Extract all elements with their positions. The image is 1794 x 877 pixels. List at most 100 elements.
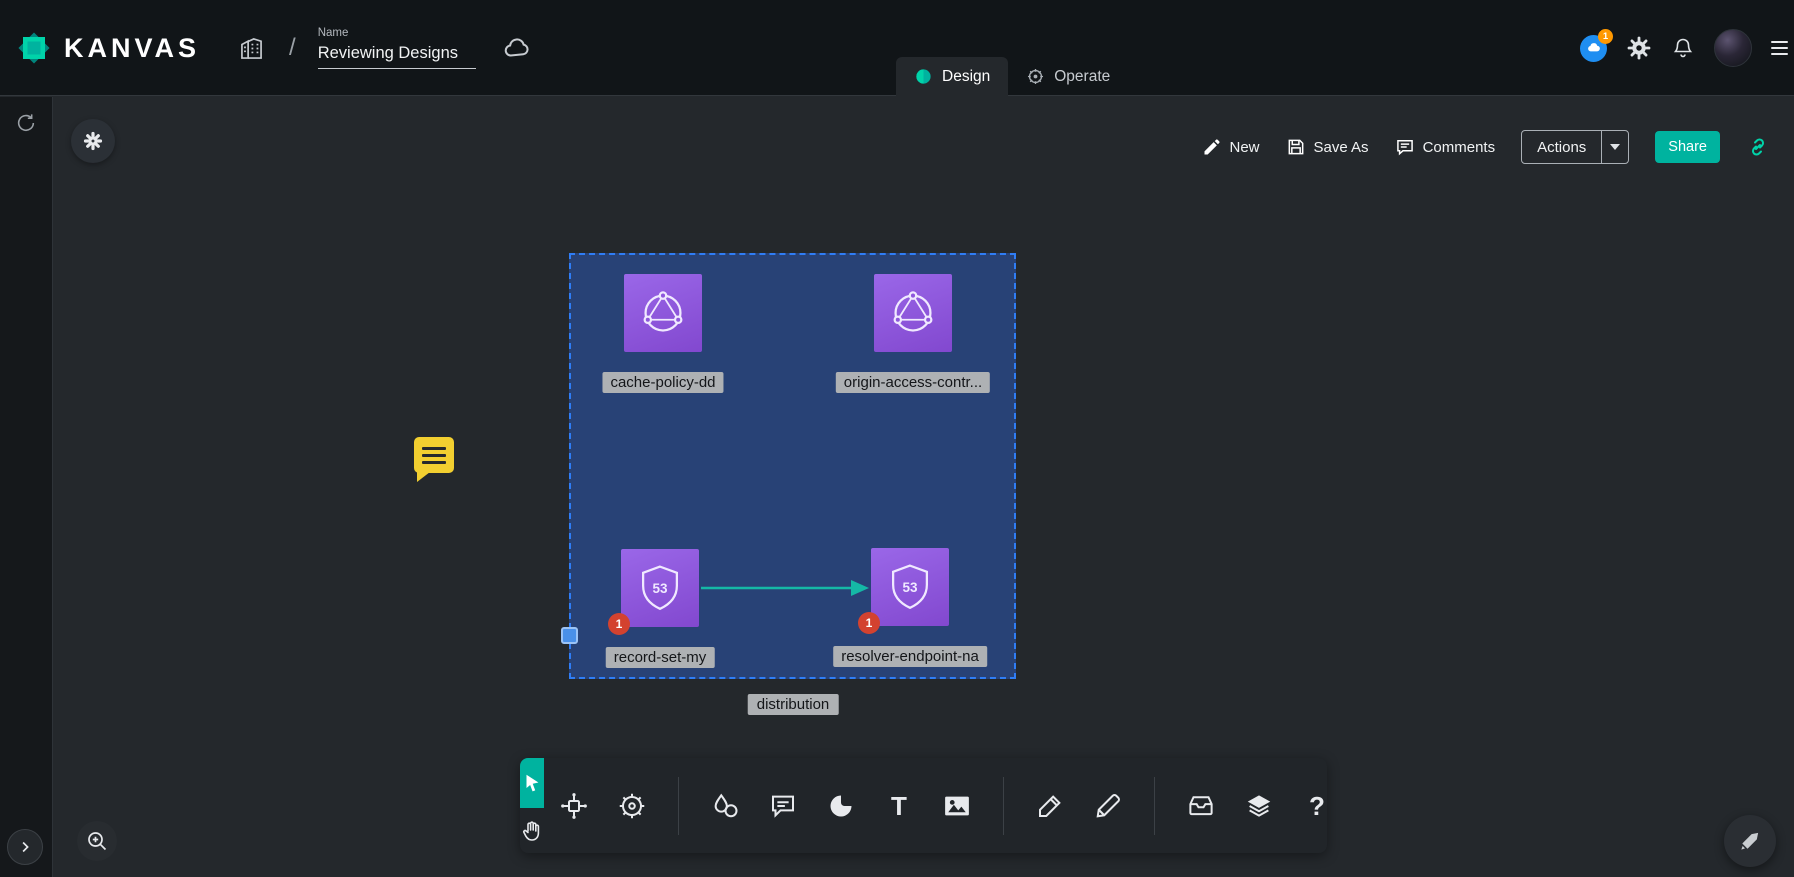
- actions-label: Actions: [1537, 139, 1586, 156]
- flower-menu-button[interactable]: [71, 119, 115, 163]
- layers-icon: [1244, 791, 1274, 821]
- cloud-icon[interactable]: [502, 33, 532, 63]
- zoom-in-icon: [85, 829, 109, 853]
- text-tool-button[interactable]: T: [882, 789, 916, 823]
- save-as-button[interactable]: Save As: [1286, 137, 1369, 157]
- shapes-icon: [710, 791, 740, 821]
- organization-icon[interactable]: [238, 35, 265, 62]
- cloud-user-icon[interactable]: 1: [1580, 35, 1607, 62]
- header-left: KANVAS / Name: [14, 0, 532, 96]
- mode-tabs: Design Operate: [896, 57, 1128, 96]
- flowchart-tool-button[interactable]: [557, 789, 591, 823]
- group-label: distribution: [748, 694, 839, 715]
- node-label: record-set-my: [606, 647, 715, 668]
- tab-design[interactable]: Design: [896, 57, 1008, 96]
- settings-gear-icon[interactable]: [1626, 35, 1652, 61]
- operate-tab-icon: [1026, 67, 1045, 86]
- kanvas-logo[interactable]: KANVAS: [14, 28, 200, 68]
- pen-tool-button[interactable]: [1033, 789, 1067, 823]
- selection-group[interactable]: cache-policy-dd origin-access-contr...: [569, 253, 1016, 679]
- toolbar-divider: [678, 777, 679, 835]
- actions-button: Actions: [1521, 130, 1629, 164]
- node-issue-badge: 1: [858, 612, 880, 634]
- route53-icon: 53: [633, 561, 687, 615]
- comments-icon: [1395, 137, 1415, 157]
- sync-icon[interactable]: [15, 112, 37, 139]
- sticker-icon: [827, 792, 855, 820]
- image-tool-icon: [942, 791, 972, 821]
- design-name-input[interactable]: [318, 42, 476, 69]
- menu-icon[interactable]: [1771, 41, 1788, 55]
- shapes-tool-button[interactable]: [708, 789, 742, 823]
- shapes-toolbar: T: [520, 758, 1327, 853]
- name-label: Name: [318, 27, 476, 39]
- resize-handle[interactable]: [561, 627, 578, 644]
- notifications-bell-icon[interactable]: [1671, 36, 1695, 60]
- share-button[interactable]: Share: [1655, 131, 1720, 163]
- select-tool-button[interactable]: [520, 758, 544, 808]
- cloudfront-icon: [886, 286, 940, 340]
- pan-tool-button[interactable]: [520, 808, 544, 853]
- share-label: Share: [1668, 139, 1707, 155]
- comment-tool-icon: [768, 791, 798, 821]
- text-tool-icon: T: [891, 793, 907, 819]
- select-cursor-icon: [521, 772, 543, 794]
- route53-icon: 53: [883, 560, 937, 614]
- node-issue-badge: 1: [608, 613, 630, 635]
- pan-hand-icon: [520, 819, 544, 843]
- save-icon: [1286, 137, 1306, 157]
- avatar[interactable]: [1714, 29, 1752, 67]
- tab-operate-label: Operate: [1054, 68, 1110, 86]
- header-right: 1: [1580, 0, 1788, 96]
- kubernetes-tool-button[interactable]: [615, 789, 649, 823]
- help-tool-button[interactable]: ?: [1300, 789, 1334, 823]
- node-origin-access[interactable]: origin-access-contr...: [874, 274, 952, 352]
- sidebar: [0, 97, 53, 877]
- zoom-in-button[interactable]: [77, 821, 117, 861]
- pointer-tools: [520, 758, 544, 853]
- comments-label: Comments: [1423, 139, 1496, 156]
- layers-tool-button[interactable]: [1242, 789, 1276, 823]
- svg-text:53: 53: [902, 580, 918, 595]
- toolbar-divider: [1003, 777, 1004, 835]
- actions-dropdown-button[interactable]: [1601, 131, 1628, 163]
- tab-design-label: Design: [942, 68, 990, 86]
- caret-down-icon: [1610, 144, 1620, 150]
- svg-text:53: 53: [652, 581, 668, 596]
- tab-operate[interactable]: Operate: [1008, 57, 1128, 96]
- pencil-tool-button[interactable]: [1091, 789, 1125, 823]
- canvas-toolbar: New Save As: [1202, 130, 1771, 164]
- link-icon[interactable]: [1746, 135, 1770, 159]
- new-pencil-icon: [1202, 137, 1222, 157]
- design-canvas[interactable]: New Save As: [53, 97, 1794, 877]
- drawer-tool-button[interactable]: [1184, 789, 1218, 823]
- stylus-fab-button[interactable]: [1724, 815, 1776, 867]
- image-tool-button[interactable]: [940, 789, 974, 823]
- comment-marker[interactable]: [414, 437, 454, 473]
- new-label: New: [1230, 139, 1260, 156]
- toolbar-icons: T: [544, 758, 1334, 853]
- breadcrumb-separator: /: [289, 34, 296, 62]
- node-label: cache-policy-dd: [602, 372, 723, 393]
- kanvas-logo-icon: [14, 28, 54, 68]
- chevron-right-icon: [16, 838, 34, 856]
- comment-tool-button[interactable]: [766, 789, 800, 823]
- node-resolver-endpoint[interactable]: 53 1 resolver-endpoint-na: [871, 548, 949, 626]
- drawer-icon: [1186, 791, 1216, 821]
- sidebar-expand-button[interactable]: [7, 829, 43, 865]
- flower-icon: [81, 129, 105, 153]
- kubernetes-helm-icon: [617, 791, 647, 821]
- save-as-label: Save As: [1314, 139, 1369, 156]
- node-record-set[interactable]: 53 1 record-set-my: [621, 549, 699, 627]
- actions-main[interactable]: Actions: [1522, 131, 1601, 163]
- edge-arrow: [699, 572, 871, 609]
- pen-tool-icon: [1035, 791, 1065, 821]
- user-count-badge: 1: [1598, 29, 1613, 44]
- design-name-field: Name: [318, 27, 476, 69]
- node-label: resolver-endpoint-na: [833, 646, 987, 667]
- sticker-tool-button[interactable]: [824, 789, 858, 823]
- logo-text: KANVAS: [64, 33, 200, 64]
- comments-button[interactable]: Comments: [1395, 137, 1496, 157]
- new-button[interactable]: New: [1202, 137, 1260, 157]
- node-cache-policy[interactable]: cache-policy-dd: [624, 274, 702, 352]
